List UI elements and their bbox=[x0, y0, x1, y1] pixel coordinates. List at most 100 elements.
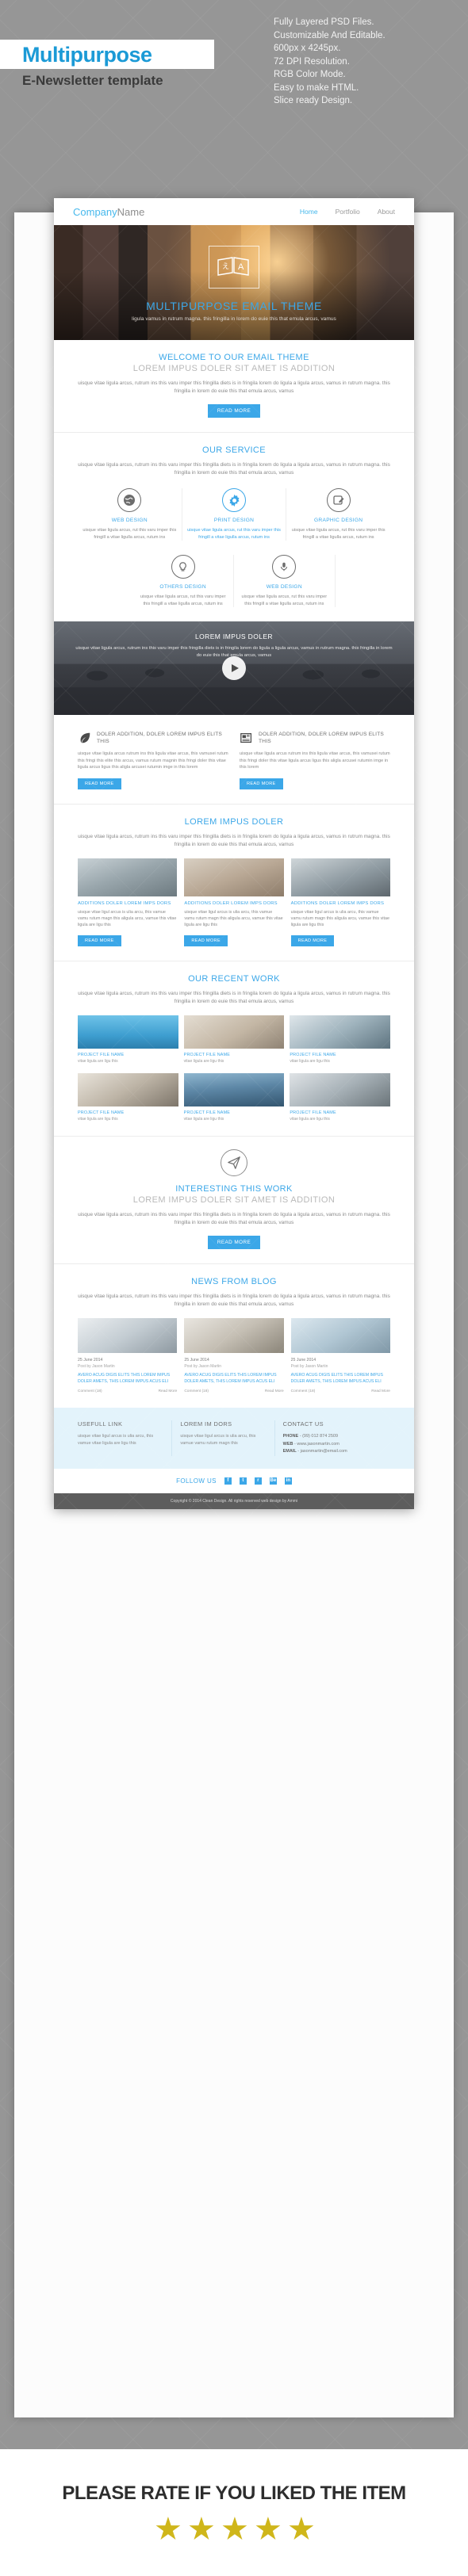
brand-logo-accent: Company bbox=[73, 205, 117, 218]
products-title: LOREM IMPUS DOLER bbox=[184, 816, 284, 827]
footer-contact-phone-value: (99) 012 874 2509 bbox=[302, 1434, 339, 1439]
footer-contact-web-value[interactable]: www.jasonmartin.com bbox=[297, 1442, 339, 1447]
blog-title: NEWS FROM BLOG bbox=[191, 1277, 277, 1287]
blog-post-date: 25 June 2014 bbox=[184, 1358, 209, 1363]
play-icon[interactable] bbox=[222, 656, 246, 680]
blog-post-author: Post by Jason Martin bbox=[78, 1364, 115, 1370]
rss-icon[interactable]: r bbox=[254, 1477, 262, 1485]
blog-post-read-more[interactable]: Read More bbox=[265, 1389, 284, 1393]
service-card-others-design[interactable]: OTHERS DESIGN uisque vitae ligula arcus,… bbox=[132, 555, 233, 607]
nav-item-portfolio[interactable]: Portfolio bbox=[336, 208, 360, 216]
linkedin-icon[interactable]: in bbox=[284, 1477, 292, 1485]
portfolio-item[interactable]: PROJECT FILE NAME vitae ligula are ligu … bbox=[290, 1073, 391, 1122]
interesting-body: uisque vitae ligula arcus, rutrum ins th… bbox=[78, 1212, 390, 1226]
star-icon[interactable]: ★ bbox=[187, 2513, 216, 2545]
blog-row: 25 June 2014 Post by Jason Martin AVERO … bbox=[78, 1318, 390, 1393]
blog-post[interactable]: 25 June 2014 Post by Jason Martin AVERO … bbox=[184, 1318, 284, 1393]
footer-contact-email-value[interactable]: jasonmartin@email.com bbox=[301, 1449, 347, 1454]
follow-us-label: FOLLOW US bbox=[176, 1477, 217, 1485]
portfolio-item[interactable]: PROJECT FILE NAME vitae ligula are ligu … bbox=[183, 1073, 285, 1122]
product-card-button[interactable]: READ MORE bbox=[78, 935, 121, 947]
service-card-graphic-design[interactable]: GRAPHIC DESIGN uisque vitae ligula arcus… bbox=[286, 488, 390, 541]
footer-contact-web-label: WEB bbox=[282, 1441, 293, 1447]
service-card-text: uisque vitae ligula arcus, rut this varu… bbox=[140, 594, 226, 606]
product-card[interactable]: ADDITIONS DOLER LOREM IMPS DORS uisque v… bbox=[184, 858, 284, 947]
blog-post-title[interactable]: AVERO ACUG DIGIS ELITS THIS LOREM IMPUS … bbox=[78, 1372, 177, 1385]
service-card-web-design-2[interactable]: WEB DESIGN uisque vitae ligula arcus, ru… bbox=[233, 555, 335, 607]
seo-photo bbox=[290, 1073, 391, 1107]
beach-balls-photo bbox=[78, 1015, 178, 1049]
portfolio-section: OUR RECENT WORK uisque vitae ligula arcu… bbox=[54, 961, 414, 1137]
behance-icon[interactable]: Be bbox=[269, 1477, 277, 1485]
telephone-photo bbox=[184, 858, 284, 896]
blog-post-comments[interactable]: Comment (18) bbox=[78, 1389, 102, 1393]
footer-column-lorem-im-dors: LOREM IM DORS uisque vitae ligul arcus i… bbox=[171, 1420, 266, 1456]
product-card-title: ADDITIONS DOLER LOREM IMPS DORS bbox=[184, 900, 278, 906]
tumblr-icon[interactable]: t bbox=[239, 1477, 247, 1485]
blog-post-read-more[interactable]: Read More bbox=[159, 1389, 178, 1393]
blog-post-comments[interactable]: Comment (18) bbox=[291, 1389, 316, 1393]
service-spacer-right bbox=[334, 555, 390, 607]
portfolio-subtext: vitae ligula are ligu this bbox=[183, 1117, 224, 1122]
feature-block-2-button[interactable]: READ MORE bbox=[240, 778, 283, 789]
feature-block-1-button[interactable]: READ MORE bbox=[78, 778, 121, 789]
product-card-button[interactable]: READ MORE bbox=[184, 935, 228, 947]
star-rating[interactable]: ★ ★ ★ ★ ★ bbox=[154, 2513, 316, 2545]
portfolio-subtext: vitae ligula are ligu this bbox=[183, 1059, 224, 1064]
welcome-read-more-button[interactable]: READ MORE bbox=[207, 404, 261, 418]
globe-photo bbox=[290, 1015, 391, 1049]
feature-block-2-title: DOLER ADDITION, DOLER LOREM IMPUS ELITS … bbox=[259, 732, 385, 744]
facebook-icon[interactable]: f bbox=[224, 1477, 232, 1485]
blog-post[interactable]: 25 June 2014 Post by Jason Martin AVERO … bbox=[78, 1318, 178, 1393]
blog-post-comments[interactable]: Comment (18) bbox=[184, 1389, 209, 1393]
portfolio-item[interactable]: PROJECT FILE NAME vitae ligula are ligu … bbox=[183, 1015, 285, 1064]
svg-text:A: A bbox=[238, 262, 244, 272]
portfolio-item[interactable]: PROJECT FILE NAME vitae ligula are ligu … bbox=[78, 1015, 178, 1064]
hero-description: ligula vamus in rutrum magna. this fring… bbox=[132, 316, 336, 322]
blog-post-meta: Comment (18) Read More bbox=[78, 1389, 177, 1393]
service-card-title: PRINT DESIGN bbox=[213, 518, 255, 523]
products-body: uisque vitae ligula arcus, rutrum ins th… bbox=[78, 833, 390, 847]
star-icon[interactable]: ★ bbox=[287, 2513, 316, 2545]
footer-contact-email-label: EMAIL bbox=[282, 1449, 297, 1454]
video-section[interactable]: LOREM IMPUS DOLER uisque vitae ligula ar… bbox=[54, 621, 414, 715]
blog-post-author: Post by Jason Martin bbox=[184, 1364, 222, 1370]
star-icon[interactable]: ★ bbox=[154, 2513, 182, 2545]
rate-section: PLEASE RATE IF YOU LIKED THE ITEM ★ ★ ★ … bbox=[0, 2449, 468, 2576]
service-card-text: uisque vitae ligula arcus, rut this varu… bbox=[241, 594, 328, 606]
service-card-web-design[interactable]: WEB DESIGN uisque vitae ligula arcus, ru… bbox=[78, 488, 182, 541]
brand-logo[interactable]: CompanyName bbox=[73, 206, 144, 218]
portfolio-item[interactable]: PROJECT FILE NAME vitae ligula are ligu … bbox=[290, 1015, 391, 1064]
product-card-text: uisque vitae ligul arcus is ulia arcu, t… bbox=[184, 909, 283, 928]
spec-line: 600px x 4245px. bbox=[274, 44, 341, 53]
footer-contact-phone-label: PHONE bbox=[282, 1434, 299, 1439]
star-icon[interactable]: ★ bbox=[254, 2513, 282, 2545]
social-bar: FOLLOW US f t r Be in bbox=[54, 1468, 414, 1493]
blog-post-title[interactable]: AVERO ACUG DIGIS ELITS THIS LOREM IMPUS … bbox=[184, 1372, 283, 1385]
interesting-read-more-button[interactable]: READ MORE bbox=[207, 1236, 261, 1250]
portfolio-item[interactable]: PROJECT FILE NAME vitae ligula are ligu … bbox=[78, 1073, 178, 1122]
nav-item-home[interactable]: Home bbox=[300, 208, 318, 216]
pencil-edit-icon bbox=[326, 488, 351, 512]
service-grid-row-1: WEB DESIGN uisque vitae ligula arcus, ru… bbox=[78, 488, 390, 541]
footer-contact-title: CONTACT US bbox=[282, 1420, 324, 1428]
feature-block-1-text: uisque vitae ligula arcus rutrum ins thi… bbox=[78, 751, 228, 770]
feature-block-1: DOLER ADDITION, DOLER LOREM IMPUS ELITS … bbox=[78, 731, 228, 789]
product-card-button[interactable]: READ MORE bbox=[290, 935, 335, 947]
interesting-title: INTERESTING THIS WORK bbox=[175, 1184, 293, 1194]
gear-icon bbox=[222, 488, 246, 512]
microphone-icon bbox=[272, 555, 297, 579]
blog-post-read-more[interactable]: Read More bbox=[371, 1389, 390, 1393]
service-section: OUR SERVICE uisque vitae ligula arcus, r… bbox=[54, 433, 414, 621]
notes-photo bbox=[184, 1318, 284, 1354]
blog-post-title[interactable]: AVERO ACUG DIGIS ELITS THIS LOREM IMPUS … bbox=[291, 1372, 390, 1385]
star-icon[interactable]: ★ bbox=[221, 2513, 249, 2545]
feature-block-2-text: uisque vitae ligula arcus rutrum ins thi… bbox=[240, 751, 390, 770]
product-card[interactable]: ADDITIONS DOLER LOREM IMPS DORS uisque v… bbox=[290, 858, 390, 947]
nav-item-about[interactable]: About bbox=[378, 208, 395, 216]
blog-post[interactable]: 25 June 2014 Post by Jason Martin AVERO … bbox=[290, 1318, 390, 1393]
service-card-print-design[interactable]: PRINT DESIGN uisque vitae ligula arcus, … bbox=[181, 488, 286, 541]
feature-block-1-header: DOLER ADDITION, DOLER LOREM IMPUS ELITS … bbox=[78, 731, 228, 745]
notebook-photo bbox=[183, 1015, 285, 1049]
product-card[interactable]: ADDITIONS DOLER LOREM IMPS DORS uisque v… bbox=[78, 858, 178, 947]
